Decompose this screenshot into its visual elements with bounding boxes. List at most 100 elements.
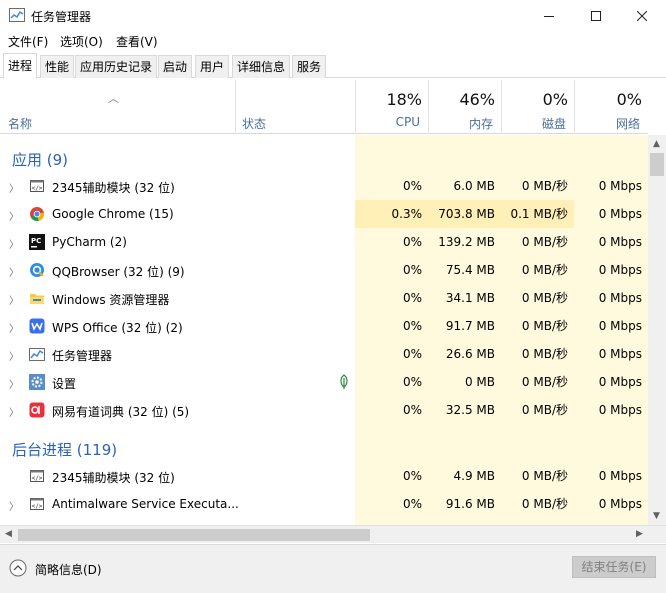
cpu-cell: 0% [402, 319, 422, 333]
disk-cell: 0 MB/秒 [521, 403, 568, 417]
scroll-right-arrow-icon[interactable]: ▶ [636, 529, 643, 539]
explorer-folder-icon [30, 294, 44, 304]
table-row[interactable]: </> 2345辅助模块 (32 位) 0% 4.9 MB 0 MB/秒 0 M… [0, 462, 648, 490]
menu-file[interactable]: 文件(F) [8, 33, 48, 50]
tab-users[interactable]: 用户 [195, 55, 230, 78]
scroll-down-arrow-icon[interactable]: ▼ [653, 511, 660, 521]
cpu-cell: 0% [402, 403, 422, 417]
header-memory-pct: 46% [459, 90, 495, 109]
header-network-label: 网络 [615, 117, 640, 131]
memory-cell: 4.9 MB [453, 469, 495, 483]
menu-view[interactable]: 查看(V) [116, 33, 158, 50]
network-cell: 0 Mbps [598, 375, 642, 389]
expand-chevron-icon[interactable]: 〉 [9, 264, 19, 279]
scroll-up-arrow-icon[interactable]: ▲ [653, 139, 660, 149]
title-bar: 任务管理器 [0, 0, 666, 31]
expand-chevron-icon[interactable]: 〉 [9, 236, 19, 251]
header-network-pct: 0% [616, 90, 642, 109]
header-memory-label: 内存 [468, 117, 493, 131]
network-cell: 0 Mbps [598, 319, 642, 333]
table-row[interactable]: 〉 </> 2345辅助模块 (32 位) 0% 6.0 MB 0 MB/秒 0… [0, 172, 648, 200]
cpu-cell: 0% [402, 291, 422, 305]
expand-chevron-icon[interactable]: 〉 [9, 292, 19, 307]
memory-cell: 32.5 MB [445, 403, 495, 417]
process-name: WPS Office (32 位) (2) [52, 321, 183, 335]
header-status: 状态 [242, 117, 267, 131]
disk-cell: 0 MB/秒 [521, 319, 568, 333]
tab-details[interactable]: 详细信息 [232, 55, 291, 78]
tab-performance[interactable]: 性能 [40, 55, 75, 78]
table-row[interactable]: 〉 PC PyCharm (2) 0% 139.2 MB 0 MB/秒 0 Mb… [0, 228, 648, 256]
expand-chevron-icon[interactable]: 〉 [9, 376, 19, 391]
tab-processes[interactable]: 进程 [3, 53, 38, 79]
header-status-col[interactable]: 状态 [235, 80, 355, 134]
header-network[interactable]: 0% 网络 [574, 80, 648, 134]
menu-options[interactable]: 选项(O) [60, 33, 103, 50]
collapse-up-icon[interactable] [9, 559, 27, 577]
expand-chevron-icon[interactable]: 〉 [9, 404, 19, 419]
group-apps[interactable]: 应用 (9) [0, 143, 648, 171]
memory-cell: 91.7 MB [445, 319, 495, 333]
cpu-cell: 0% [402, 347, 422, 361]
scroll-left-arrow-icon[interactable]: ◀ [5, 529, 12, 539]
group-background[interactable]: 后台进程 (119) [0, 433, 648, 461]
network-cell: 0 Mbps [598, 263, 642, 277]
memory-cell: 0 MB [464, 375, 495, 389]
process-name: 网易有道词典 (32 位) (5) [52, 405, 190, 419]
svg-text:PC: PC [31, 237, 41, 245]
task-manager-icon [29, 348, 45, 361]
task-manager-icon [9, 8, 25, 22]
minimize-icon [544, 15, 554, 17]
expand-chevron-icon[interactable]: 〉 [9, 348, 19, 363]
tab-services[interactable]: 服务 [292, 55, 327, 78]
cpu-cell: 0.3% [355, 200, 428, 228]
cpu-cell: 0% [402, 263, 422, 277]
network-cell: 0 Mbps [598, 469, 642, 483]
vertical-scroll-thumb[interactable] [650, 153, 664, 176]
header-cpu[interactable]: 18% CPU [355, 80, 428, 134]
expand-chevron-icon[interactable]: 〉 [9, 498, 19, 513]
horizontal-scroll-thumb[interactable] [18, 529, 370, 541]
header-name[interactable]: 名称 [8, 115, 32, 132]
network-cell: 0 Mbps [598, 235, 642, 249]
expand-chevron-icon[interactable]: 〉 [9, 320, 19, 335]
table-row[interactable]: 〉 网易有道词典 (32 位) (5) 0% 32.5 MB 0 MB/秒 0 … [0, 396, 648, 424]
memory-cell: 703.8 MB [428, 200, 501, 228]
cpu-cell: 0% [402, 179, 422, 193]
memory-cell: 75.4 MB [445, 263, 495, 277]
network-cell: 0 Mbps [598, 403, 642, 417]
expand-chevron-icon[interactable]: 〉 [9, 208, 19, 223]
expand-chevron-icon[interactable]: 〉 [9, 180, 19, 195]
header-disk[interactable]: 0% 磁盘 [501, 80, 574, 134]
minimize-button[interactable] [526, 0, 572, 31]
table-row[interactable]: 〉 Windows 资源管理器 0% 34.1 MB 0 MB/秒 0 Mbps [0, 284, 648, 312]
end-task-button[interactable]: 结束任务(E) [572, 556, 656, 578]
column-header: ︿ 名称 状态 18% CPU 46% 内存 0% 磁盘 0% 网络 [0, 80, 648, 134]
menu-bar: 文件(F) 选项(O) 查看(V) [0, 31, 666, 51]
settings-gear-icon [29, 374, 45, 390]
disk-cell: 0 MB/秒 [521, 179, 568, 193]
generic-app-icon: </> [30, 498, 44, 510]
maximize-button[interactable] [573, 0, 619, 31]
group-apps-label: 应用 (9) [12, 151, 69, 169]
window-title: 任务管理器 [31, 10, 92, 24]
disk-cell: 0 MB/秒 [521, 235, 568, 249]
horizontal-scrollbar[interactable]: ◀ ▶ [0, 525, 666, 543]
table-row[interactable]: 〉 任务管理器 0% 26.6 MB 0 MB/秒 0 Mbps [0, 340, 648, 368]
process-name: PyCharm (2) [52, 235, 127, 249]
tab-app-history[interactable]: 应用历史记录 [75, 55, 158, 78]
table-row[interactable]: 〉 设置 0% 0 MB 0 MB/秒 0 Mbps [0, 368, 648, 396]
tab-startup[interactable]: 启动 [158, 55, 193, 78]
process-list: 应用 (9) 〉 </> 2345辅助模块 (32 位) 0% 6.0 MB 0… [0, 135, 648, 525]
vertical-scrollbar[interactable]: ▲ ▼ [648, 135, 666, 525]
memory-cell: 91.6 MB [445, 497, 495, 511]
network-cell: 0 Mbps [598, 207, 642, 221]
close-button[interactable] [619, 0, 665, 31]
chrome-icon [30, 207, 45, 221]
less-details-link[interactable]: 简略信息(D) [35, 561, 102, 578]
header-memory[interactable]: 46% 内存 [428, 80, 501, 134]
table-row[interactable]: 〉 WPS Office (32 位) (2) 0% 91.7 MB 0 MB/… [0, 312, 648, 340]
table-row[interactable]: 〉 </> Antimalware Service Executa... 0% … [0, 490, 648, 518]
table-row[interactable]: 〉 Google Chrome (15) 0.3% 703.8 MB 0.1 M… [0, 200, 648, 228]
table-row[interactable]: 〉 QQBrowser (32 位) (9) 0% 75.4 MB 0 MB/秒… [0, 256, 648, 284]
